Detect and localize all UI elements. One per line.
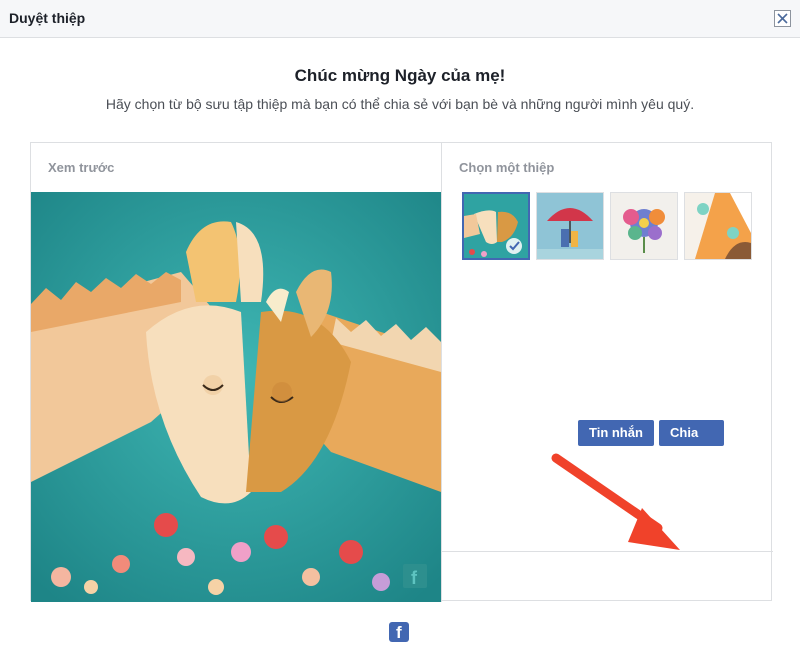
preview-label: Xem trước — [48, 160, 115, 175]
choose-card-label: Chọn một thiệp — [459, 160, 555, 175]
annotation-arrow — [551, 453, 680, 550]
panel-divider — [441, 143, 442, 602]
umbrella-thumbnail-image — [537, 193, 603, 259]
thumbnail-umbrella[interactable] — [536, 192, 604, 260]
message-button[interactable]: Tin nhắn — [578, 420, 654, 446]
close-button[interactable] — [774, 10, 791, 27]
share-button[interactable]: Chia sẻ — [659, 420, 724, 464]
close-icon — [777, 13, 788, 24]
thumbnail-orange[interactable] — [684, 192, 752, 260]
card-thumbnails — [462, 192, 762, 262]
title-bar: Duyệt thiệp — [0, 0, 800, 38]
card-browser-dialog: Duyệt thiệp Chúc mừng Ngày của mẹ! Hãy c… — [0, 0, 800, 663]
facebook-logo-icon: f — [389, 622, 409, 642]
page-subtitle: Hãy chọn từ bộ sưu tập thiệp mà bạn có t… — [105, 96, 695, 112]
svg-text:f: f — [411, 568, 418, 588]
dialog-title: Duyệt thiệp — [9, 10, 86, 26]
card-preview-image: f — [31, 192, 441, 602]
thumbnail-flowers[interactable] — [610, 192, 678, 260]
flowers-thumbnail-image — [611, 193, 677, 259]
thumbnail-horses[interactable] — [462, 192, 530, 260]
horses-illustration: f — [31, 192, 441, 602]
page-title: Chúc mừng Ngày của mẹ! — [294, 66, 506, 85]
orange-thumbnail-image — [685, 193, 751, 259]
horses-thumbnail-image — [464, 194, 528, 258]
